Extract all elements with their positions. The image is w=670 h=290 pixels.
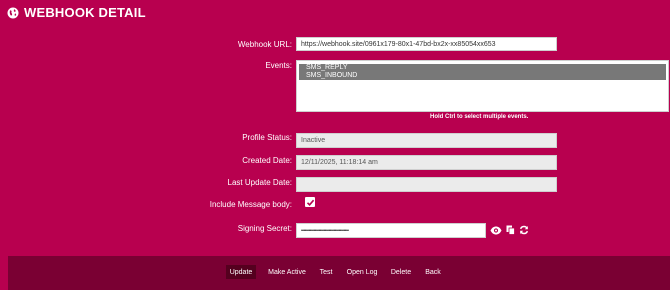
last-update-field bbox=[296, 177, 557, 192]
signing-secret-actions bbox=[490, 225, 529, 235]
created-date-field: 12/11/2025, 11:18:14 am bbox=[296, 155, 557, 170]
webhook-url-field[interactable]: https://webhook.site/0961x179-80x1-47bd-… bbox=[296, 37, 557, 51]
refresh-icon[interactable] bbox=[519, 225, 529, 235]
events-label: Events: bbox=[265, 61, 292, 70]
copy-icon[interactable] bbox=[506, 225, 515, 235]
eye-icon[interactable] bbox=[490, 226, 502, 235]
open-log-button[interactable]: Open Log bbox=[345, 265, 379, 279]
event-option-sms-inbound[interactable]: SMS_INBOUND bbox=[299, 72, 666, 80]
signing-secret-label: Signing Secret: bbox=[237, 224, 292, 233]
footer-bar bbox=[8, 256, 670, 290]
profile-status-field: Inactive bbox=[296, 133, 557, 148]
last-update-label: Last Update Date: bbox=[227, 178, 292, 187]
globe-icon bbox=[7, 6, 19, 19]
signing-secret-field[interactable]: •••••••••••••••••••••••••••••••••••••• bbox=[296, 223, 486, 238]
include-body-checkbox[interactable] bbox=[305, 197, 315, 207]
events-hint: Hold Ctrl to select multiple events. bbox=[430, 114, 529, 120]
include-body-label: Include Message body: bbox=[209, 200, 292, 209]
webhook-url-label: Webhook URL: bbox=[237, 40, 292, 49]
back-button[interactable]: Back bbox=[423, 265, 443, 279]
page-header: WEBHOOK DETAIL bbox=[0, 0, 670, 24]
page-title: WEBHOOK DETAIL bbox=[24, 4, 146, 20]
test-button[interactable]: Test bbox=[317, 265, 335, 279]
profile-status-label: Profile Status: bbox=[242, 133, 292, 142]
delete-button[interactable]: Delete bbox=[389, 265, 413, 279]
events-select[interactable]: SMS_REPLY SMS_INBOUND bbox=[296, 60, 669, 112]
update-button[interactable]: Update bbox=[226, 265, 256, 279]
make-active-button[interactable]: Make Active bbox=[266, 265, 308, 279]
event-option-sms-reply[interactable]: SMS_REPLY bbox=[299, 64, 666, 72]
checkmark-icon bbox=[306, 199, 314, 206]
created-date-label: Created Date: bbox=[242, 156, 292, 165]
